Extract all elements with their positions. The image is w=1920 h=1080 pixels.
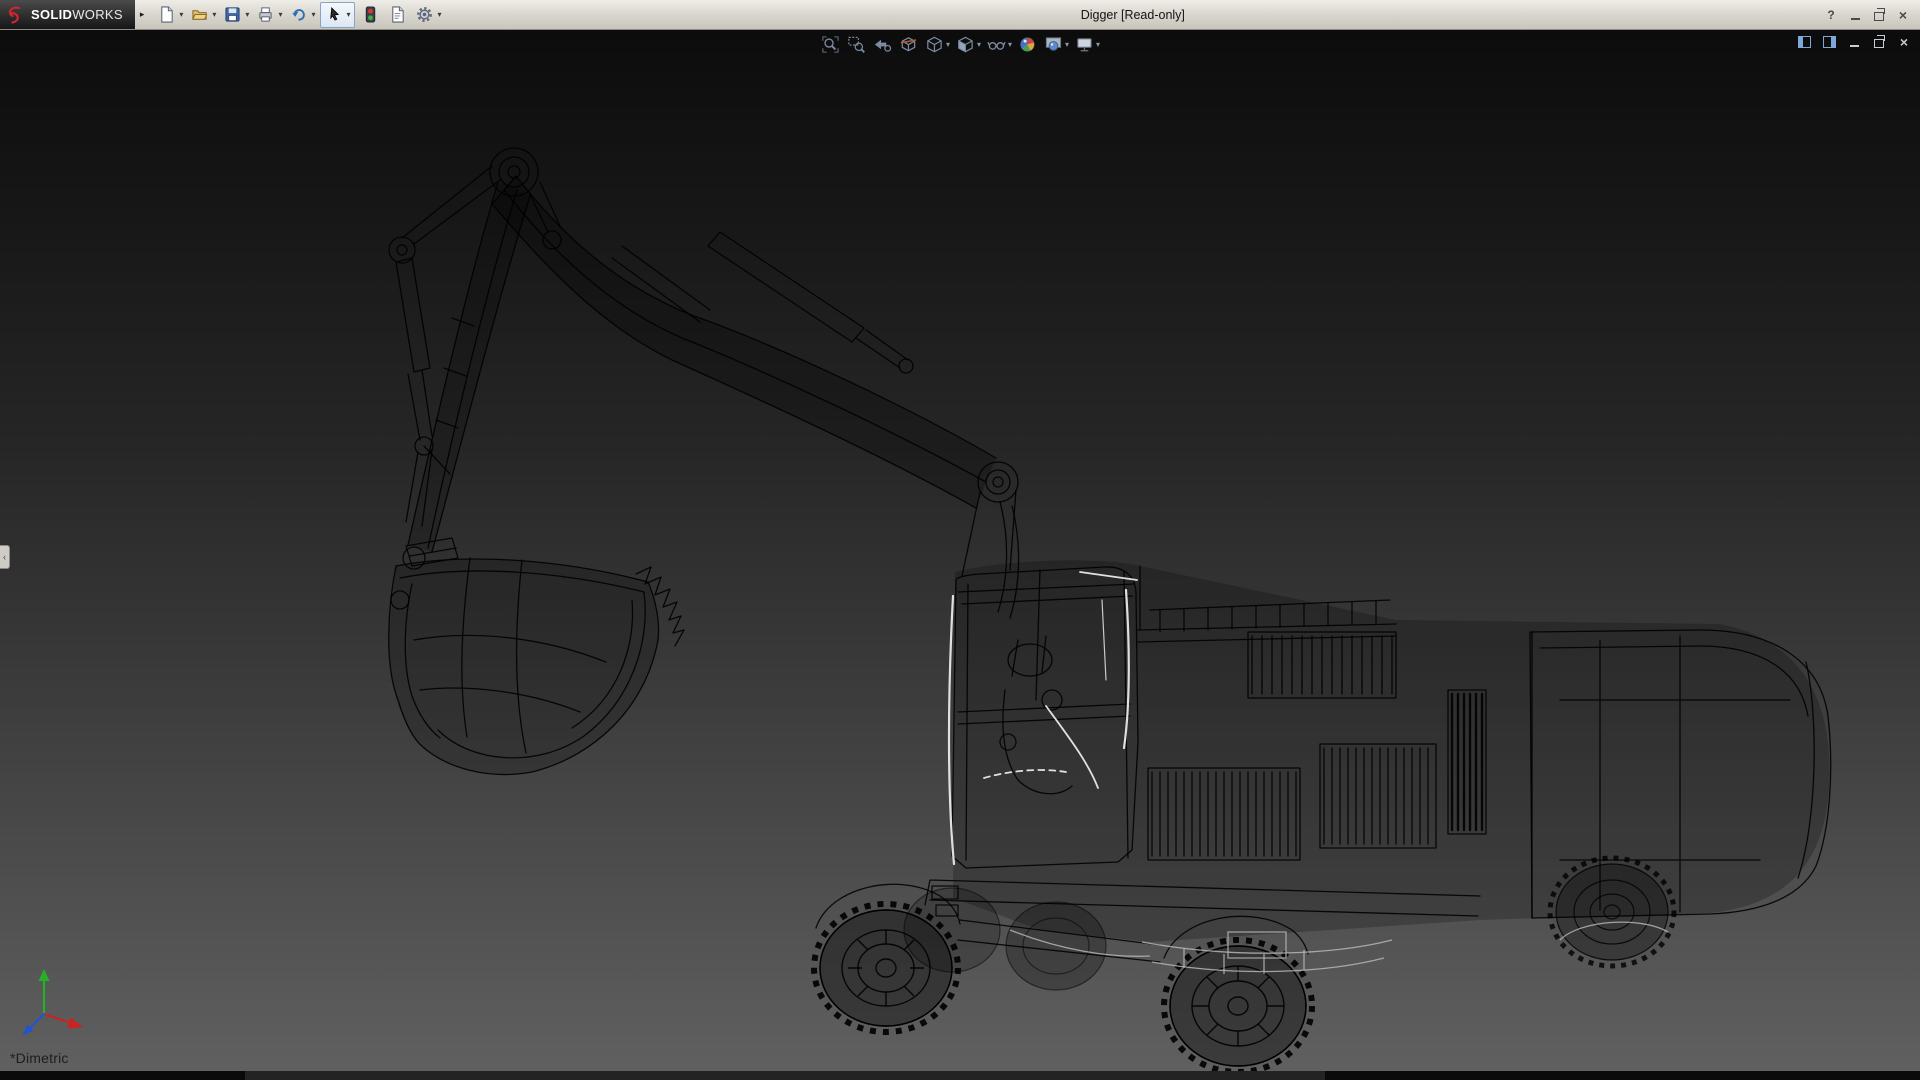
chevron-down-icon[interactable]: ▾ [1008, 40, 1012, 49]
graphics-area[interactable] [0, 29, 1920, 1071]
chevron-down-icon[interactable]: ▾ [1065, 40, 1069, 49]
pane-toggle-right-button[interactable] [1821, 34, 1837, 50]
document-window-controls: × [1796, 34, 1912, 50]
pane-toggle-left-button[interactable] [1796, 34, 1812, 50]
view-settings-button[interactable] [1072, 33, 1097, 56]
previous-view-icon [873, 35, 892, 54]
chevron-down-icon[interactable]: ▾ [278, 10, 282, 19]
chevron-down-icon[interactable]: ▾ [977, 40, 981, 49]
view-orientation-cube-icon [925, 35, 944, 54]
view-settings-icon [1075, 35, 1094, 54]
close-button[interactable]: × [1892, 5, 1914, 24]
solidworks-logo: SOLIDWORKS [0, 0, 135, 29]
view-orientation-label: *Dimetric [10, 1050, 69, 1066]
view-orientation-button[interactable] [922, 33, 947, 56]
previous-view-button[interactable] [870, 33, 895, 56]
rebuild-button[interactable] [358, 3, 383, 27]
chevron-down-icon[interactable]: ▾ [212, 10, 216, 19]
dassault-systemes-logo-icon [6, 5, 26, 25]
print-icon [257, 6, 274, 23]
edit-appearance-ball-icon [1018, 35, 1037, 54]
main-toolbar: ▾ ▾ ▾ [149, 0, 444, 29]
close-icon: × [1899, 7, 1907, 23]
zoom-to-fit-icon [821, 35, 840, 54]
options-button[interactable] [412, 3, 437, 27]
minimize-button[interactable] [1844, 5, 1866, 24]
save-button[interactable] [220, 3, 245, 27]
triad-z-axis [29, 1014, 44, 1029]
document-minimize-icon [1850, 45, 1859, 47]
select-button[interactable] [322, 3, 347, 27]
display-style-button[interactable] [953, 33, 978, 56]
select-cursor-icon [326, 6, 343, 23]
orientation-triad [12, 960, 102, 1046]
title-bar: SOLIDWORKS ▸ ▾ ▾ [0, 0, 1920, 30]
minimize-icon [1851, 18, 1860, 20]
zoom-to-area-button[interactable] [844, 33, 869, 56]
hide-show-items-button[interactable] [984, 33, 1009, 56]
bottom-bar [0, 1071, 1920, 1080]
pane-toggle-left-icon [1798, 36, 1811, 48]
save-floppy-icon [224, 6, 241, 23]
hide-show-glasses-icon [987, 35, 1006, 54]
document-close-button[interactable]: × [1896, 34, 1912, 50]
window-controls: ? × [1820, 5, 1920, 24]
rebuild-traffic-light-icon [362, 6, 379, 23]
chevron-down-icon[interactable]: ▾ [346, 10, 350, 19]
brand-text: SOLIDWORKS [31, 7, 123, 22]
chevron-down-icon[interactable]: ▾ [1096, 40, 1100, 49]
chevron-down-icon[interactable]: ▾ [179, 10, 183, 19]
new-document-icon [158, 6, 175, 23]
document-restore-button[interactable] [1871, 34, 1887, 50]
chevron-down-icon[interactable]: ▾ [311, 10, 315, 19]
zoom-to-fit-button[interactable] [818, 33, 843, 56]
chevron-down-icon[interactable]: ▾ [437, 10, 441, 19]
document-close-icon: × [1900, 34, 1908, 50]
print-button[interactable] [253, 3, 278, 27]
document-restore-icon [1874, 39, 1884, 48]
display-style-icon [956, 35, 975, 54]
chevron-down-icon[interactable]: ▾ [946, 40, 950, 49]
panel-collapse-tab[interactable]: ‹ [0, 545, 10, 569]
heads-up-toolbar: ▾ ▾ ▾ [818, 33, 1102, 56]
open-folder-icon [191, 6, 208, 23]
window-title: Digger [Read-only] [1081, 8, 1185, 22]
apply-scene-button[interactable] [1041, 33, 1066, 56]
solidworks-window: SOLIDWORKS ▸ ▾ ▾ [0, 0, 1920, 1080]
active-tool-frame: ▾ [320, 2, 355, 28]
chevron-down-icon[interactable]: ▾ [245, 10, 249, 19]
section-view-icon [899, 35, 918, 54]
open-button[interactable] [187, 3, 212, 27]
pane-toggle-right-icon [1823, 36, 1836, 48]
bottom-bar-segment [245, 1071, 1325, 1080]
new-document-button[interactable] [154, 3, 179, 27]
file-properties-icon [389, 6, 406, 23]
section-view-button[interactable] [896, 33, 921, 56]
apply-scene-icon [1044, 35, 1063, 54]
help-button[interactable]: ? [1820, 5, 1842, 24]
options-gear-icon [416, 6, 433, 23]
restore-icon [1874, 12, 1884, 21]
menu-expand-icon[interactable]: ▸ [135, 9, 150, 20]
undo-button[interactable] [286, 3, 311, 27]
zoom-to-area-icon [847, 35, 866, 54]
file-properties-button[interactable] [385, 3, 410, 27]
restore-button[interactable] [1868, 5, 1890, 24]
edit-appearance-button[interactable] [1015, 33, 1040, 56]
document-minimize-button[interactable] [1846, 34, 1862, 50]
undo-arrow-icon [290, 6, 307, 23]
